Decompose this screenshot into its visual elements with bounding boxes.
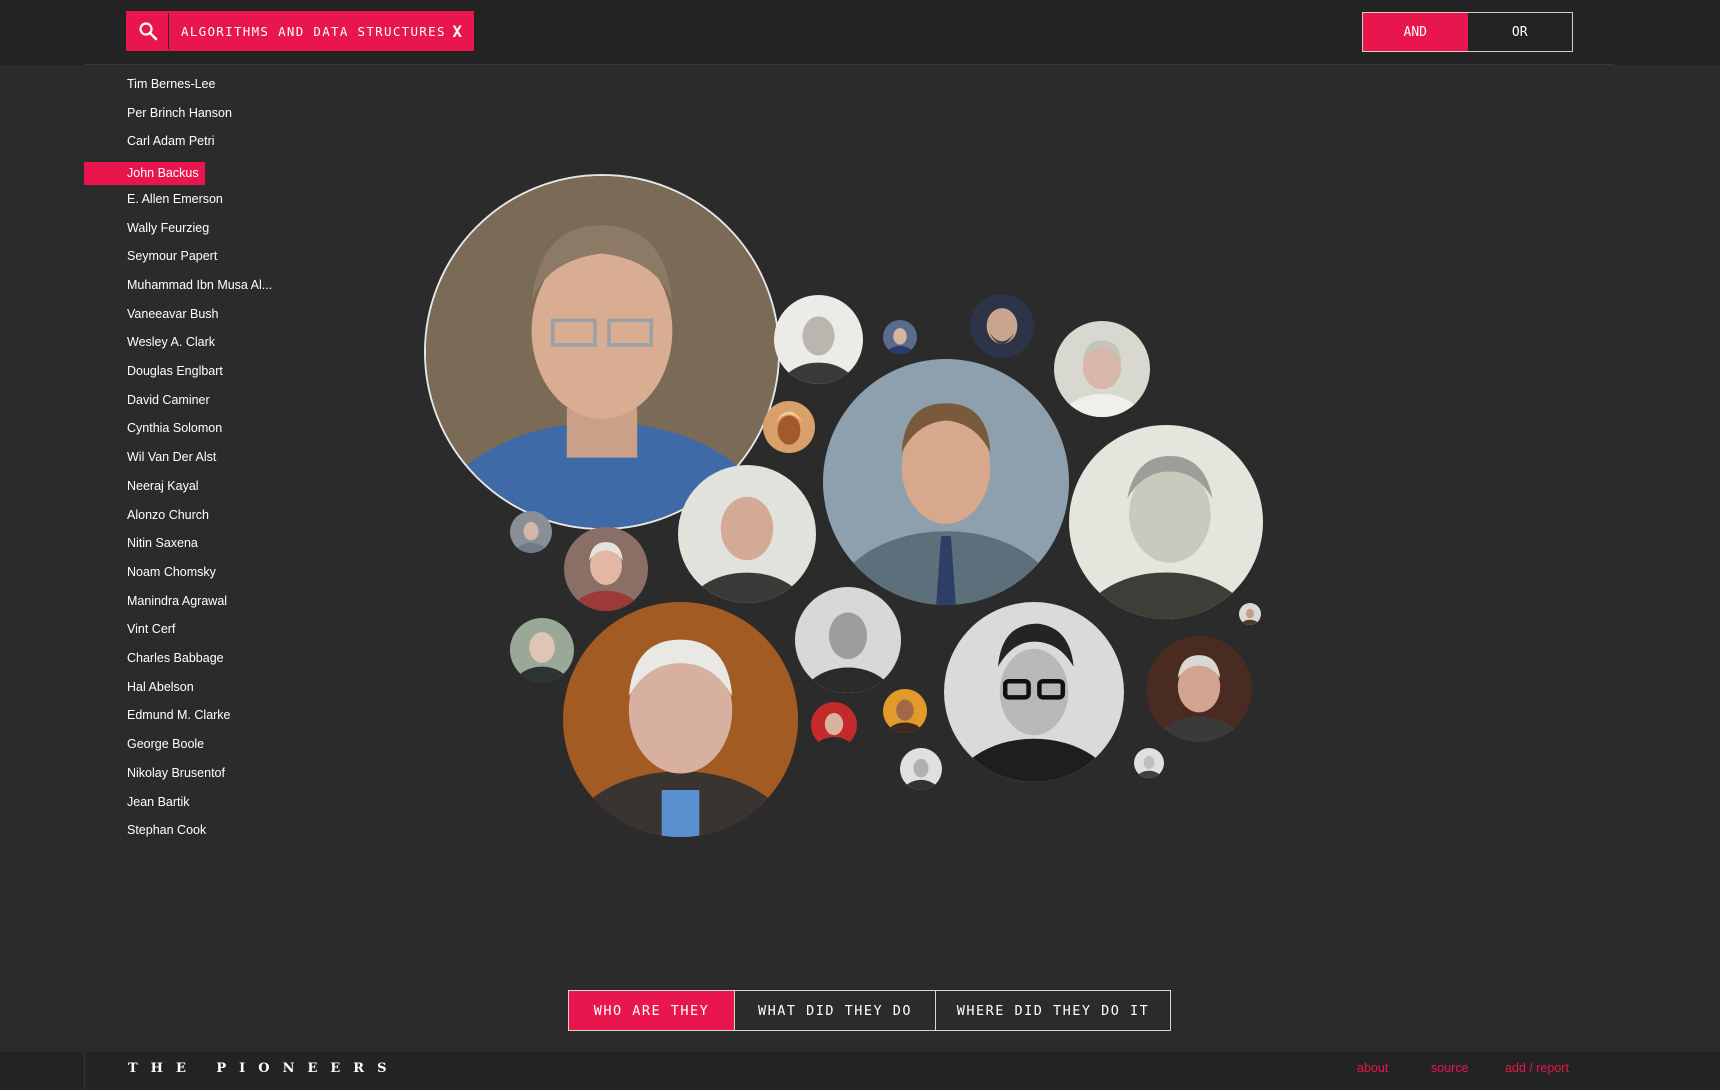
portrait-image	[883, 689, 927, 733]
portrait-image	[1054, 321, 1150, 417]
portrait-image	[970, 294, 1034, 358]
portrait-bubble[interactable]	[763, 401, 815, 453]
pioneer-list-item[interactable]: Cynthia Solomon	[127, 416, 222, 440]
pioneer-list-item[interactable]: Noam Chomsky	[127, 560, 216, 584]
tab-where-did-they-do-it[interactable]: WHERE DID THEY DO IT	[936, 991, 1170, 1030]
tab-who-are-they[interactable]: WHO ARE THEY	[569, 991, 735, 1030]
portrait-bubble[interactable]	[774, 295, 863, 384]
portrait-image	[1069, 425, 1263, 619]
portrait-image	[823, 359, 1069, 605]
search-filter-chip[interactable]: ALGORITHMS AND DATA STRUCTURES X	[168, 13, 472, 49]
top-bar-divider	[84, 64, 1614, 65]
site-brand: THE PIONEERS	[128, 1061, 400, 1076]
portrait-bubble[interactable]	[883, 689, 927, 733]
about-link[interactable]: about	[1357, 1061, 1388, 1075]
pioneer-list-item[interactable]: George Boole	[127, 732, 204, 756]
pioneer-list-item[interactable]: Per Brinch Hanson	[127, 101, 232, 125]
pioneer-list-item[interactable]: Nitin Saxena	[127, 531, 198, 555]
pioneer-list-item[interactable]: Wally Feurzieg	[127, 216, 209, 240]
pioneer-list-item[interactable]: Manindra Agrawal	[127, 589, 227, 613]
pioneer-list-item[interactable]: Vint Cerf	[127, 617, 175, 641]
clear-filter-button[interactable]: X	[452, 22, 462, 41]
portrait-bubble[interactable]	[795, 587, 901, 693]
portrait-bubble[interactable]	[563, 602, 798, 837]
portrait-bubble[interactable]	[510, 511, 552, 553]
portrait-bubble[interactable]	[900, 748, 942, 790]
portrait-bubble[interactable]	[510, 618, 574, 682]
pioneer-list-item[interactable]: Stephan Cook	[127, 818, 206, 842]
search-filter-label: ALGORITHMS AND DATA STRUCTURES	[181, 23, 446, 39]
portrait-bubble[interactable]	[678, 465, 816, 603]
pioneer-list-item[interactable]: Neeraj Kayal	[127, 474, 199, 498]
pioneer-list-item[interactable]: Douglas Englbart	[127, 359, 223, 383]
portrait-bubble[interactable]	[811, 702, 857, 748]
pioneer-list-item[interactable]: Vaneeavar Bush	[127, 302, 219, 326]
pioneer-list-item[interactable]: Wil Van Der Alst	[127, 445, 216, 469]
portrait-image	[678, 465, 816, 603]
pioneer-list-item[interactable]: Edmund M. Clarke	[127, 703, 231, 727]
portrait-bubble[interactable]	[1054, 321, 1150, 417]
portrait-image	[563, 602, 798, 837]
footer-divider	[84, 1052, 85, 1090]
tab-what-did-they-do[interactable]: WHAT DID THEY DO	[735, 991, 936, 1030]
portrait-bubble[interactable]	[1134, 748, 1164, 778]
portrait-image	[763, 401, 815, 453]
view-tabs: WHO ARE THEY WHAT DID THEY DO WHERE DID …	[568, 990, 1171, 1031]
pioneer-list-item[interactable]: E. Allen Emerson	[127, 187, 223, 211]
portrait-image	[811, 702, 857, 748]
search-button[interactable]	[128, 13, 168, 49]
logic-toggle[interactable]: AND OR	[1362, 12, 1573, 52]
portrait-bubble[interactable]	[1146, 636, 1252, 742]
pioneer-list-item[interactable]: Hal Abelson	[127, 675, 194, 699]
pioneer-list-item[interactable]: Charles Babbage	[127, 646, 224, 670]
portrait-bubble[interactable]	[970, 294, 1034, 358]
portrait-image	[1239, 603, 1261, 625]
portrait-image	[510, 511, 552, 553]
portrait-bubble[interactable]	[564, 527, 648, 611]
search-icon	[139, 22, 158, 41]
search-box[interactable]: ALGORITHMS AND DATA STRUCTURES X	[126, 11, 474, 51]
portrait-bubble[interactable]	[823, 359, 1069, 605]
portrait-image	[510, 618, 574, 682]
pioneer-list-item[interactable]: Tim Bernes-Lee	[127, 72, 215, 96]
pioneer-list-item[interactable]: Wesley A. Clark	[127, 330, 215, 354]
and-toggle-button[interactable]: AND	[1363, 13, 1468, 51]
portrait-image	[900, 748, 942, 790]
pioneer-list-item[interactable]: Carl Adam Petri	[127, 129, 215, 153]
portrait-bubble[interactable]	[944, 602, 1124, 782]
or-toggle-button[interactable]: OR	[1468, 13, 1573, 51]
portrait-image	[1146, 636, 1252, 742]
portrait-image	[883, 320, 917, 354]
pioneer-list-item[interactable]: Muhammad Ibn Musa Al...	[127, 273, 272, 297]
pioneer-list-item[interactable]: David Caminer	[127, 388, 210, 412]
portrait-bubble[interactable]	[883, 320, 917, 354]
portrait-image	[774, 295, 863, 384]
add-report-link[interactable]: add / report	[1505, 1061, 1569, 1075]
source-link[interactable]: source	[1431, 1061, 1469, 1075]
portrait-image	[1134, 748, 1164, 778]
portrait-image	[944, 602, 1124, 782]
pioneer-list-item[interactable]: Seymour Papert	[127, 244, 217, 268]
portrait-image	[795, 587, 901, 693]
portrait-bubble[interactable]	[1069, 425, 1263, 619]
pioneer-list-item[interactable]: Nikolay Brusentof	[127, 761, 225, 785]
portrait-image	[564, 527, 648, 611]
pioneer-list-item-selected[interactable]: John Backus	[84, 162, 205, 185]
portrait-bubble[interactable]	[1239, 603, 1261, 625]
pioneer-list-item[interactable]: Alonzo Church	[127, 503, 209, 527]
pioneer-list-item[interactable]: Jean Bartik	[127, 790, 190, 814]
